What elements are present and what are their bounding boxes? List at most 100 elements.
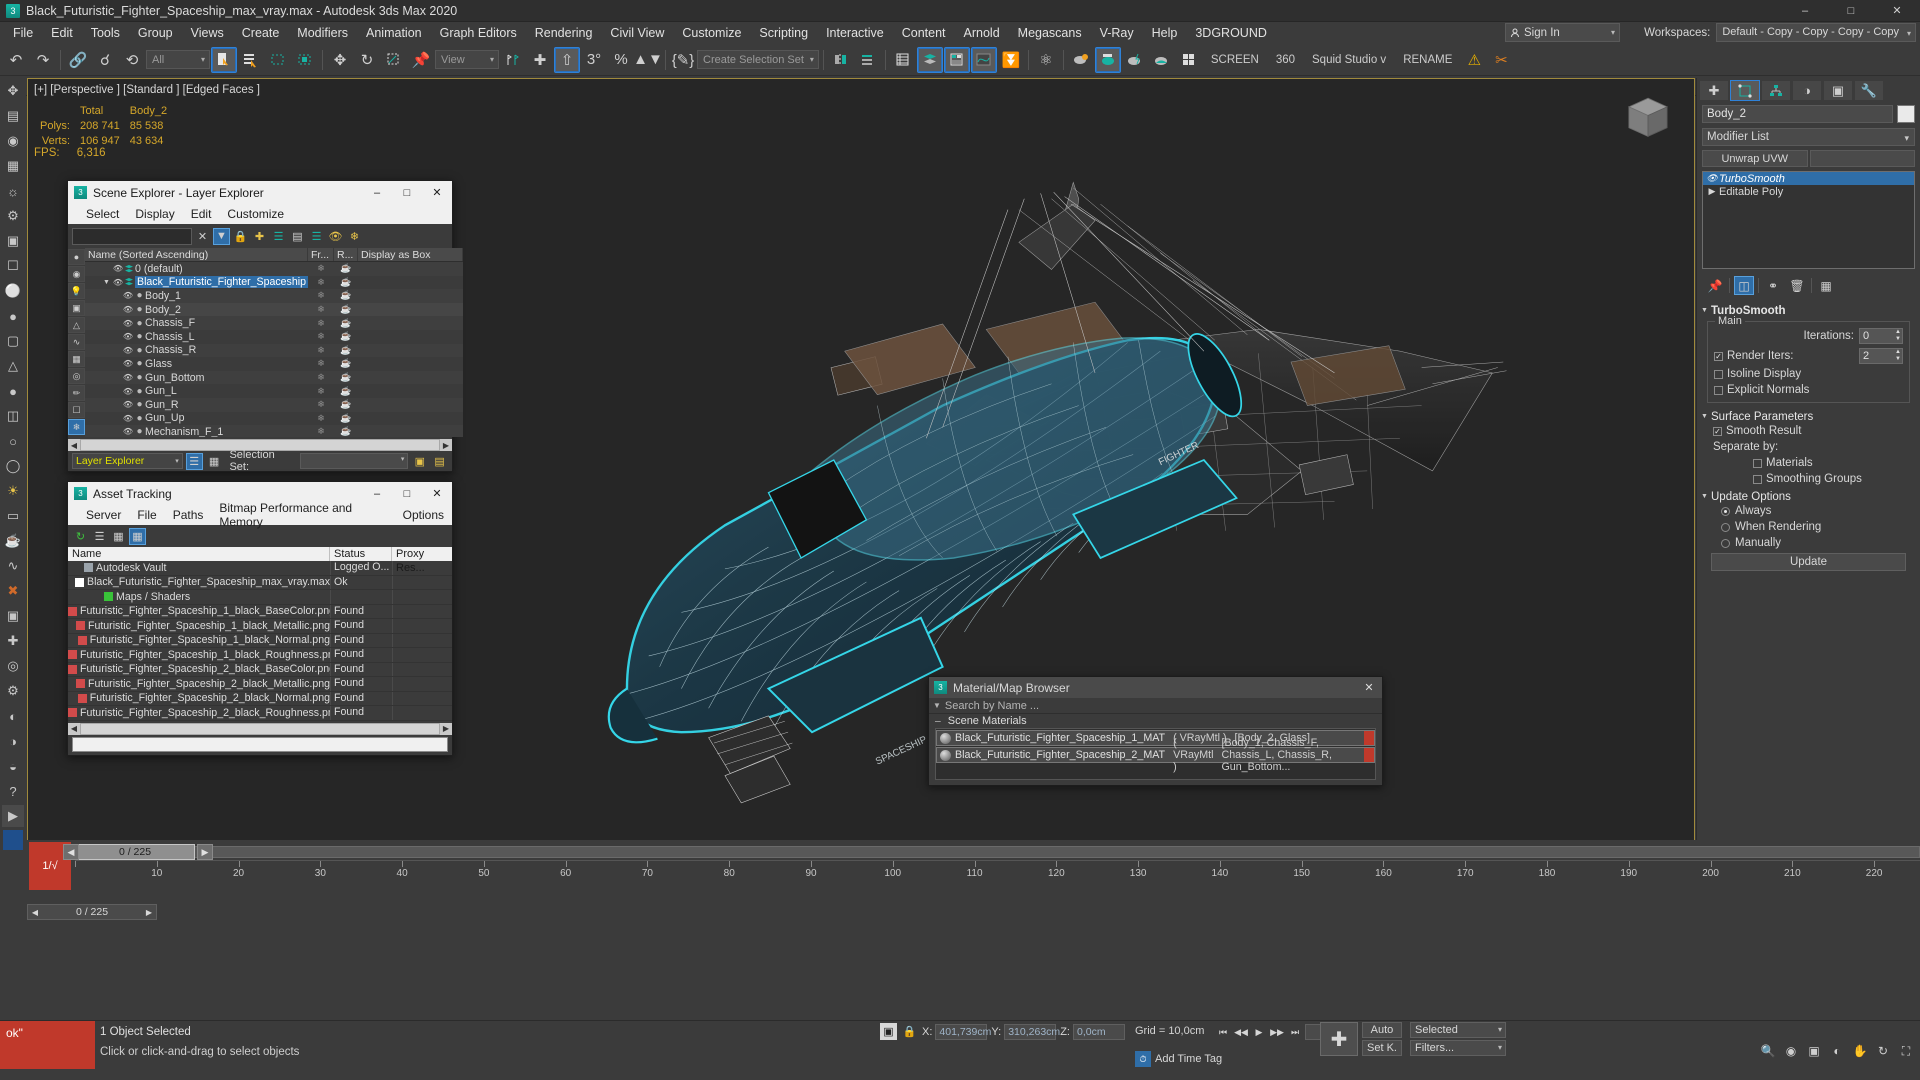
next-frame-icon[interactable]: ▶▶ bbox=[1269, 1024, 1285, 1040]
curve-editor-icon[interactable] bbox=[970, 46, 997, 73]
zoom-icon[interactable]: 🔍 bbox=[1758, 1041, 1778, 1061]
scene-explorer-row[interactable]: 👁 ● Chassis_L ❄ ☕ bbox=[85, 330, 463, 344]
freeze-toggle-icon[interactable]: ❄ bbox=[308, 304, 334, 315]
renderable-toggle-icon[interactable]: ☕ bbox=[334, 304, 358, 315]
freeze-toggle-icon[interactable]: ❄ bbox=[308, 318, 334, 329]
scene-explorer-row-name[interactable]: Chassis_R bbox=[145, 344, 308, 356]
snap-toggle-icon[interactable]: ⇧ bbox=[554, 46, 580, 73]
scene-explorer-row[interactable]: 👁 ● Body_2 ❄ ☕ bbox=[85, 302, 463, 317]
tab-hierarchy[interactable] bbox=[1761, 80, 1791, 101]
menu-item-file[interactable]: File bbox=[4, 24, 42, 42]
freeze-toggle-icon[interactable]: ❄ bbox=[308, 386, 334, 397]
axis-constraints-icon[interactable]: ✥ bbox=[2, 80, 24, 102]
scene-explorer-row[interactable]: 👁 ● Body_1 ❄ ☕ bbox=[85, 289, 463, 303]
snaps-icon[interactable]: ⚙ bbox=[2, 205, 24, 227]
workspace-select[interactable]: Default - Copy - Copy - Copy - Copy bbox=[1716, 23, 1916, 42]
add-layer-icon[interactable]: ✚ bbox=[251, 228, 268, 245]
y-coordinate-field[interactable]: 310,263cm bbox=[1004, 1023, 1060, 1040]
spline-icon[interactable]: ∿ bbox=[2, 555, 24, 577]
lock-selection-icon[interactable]: 🔒 bbox=[901, 1023, 918, 1040]
filter-cameras-icon[interactable]: ▣ bbox=[68, 300, 85, 316]
sign-in-button[interactable]: Sign In ▾ bbox=[1505, 23, 1620, 42]
scene-explorer-menu-edit[interactable]: Edit bbox=[183, 206, 220, 222]
asset-scroll-left-icon[interactable]: ◀ bbox=[68, 724, 80, 733]
asset-column-proxy[interactable]: Proxy Res... bbox=[392, 547, 452, 574]
visibility-toggle-icon[interactable]: 👁 bbox=[122, 427, 134, 436]
set-key-button[interactable]: ✚ bbox=[1320, 1022, 1358, 1056]
renderable-toggle-icon[interactable]: ☕ bbox=[334, 372, 358, 383]
freeze-toggle-icon[interactable]: ❄ bbox=[308, 413, 334, 424]
asset-tracking-row[interactable]: Futuristic_Fighter_Spaceship_2_black_Rou… bbox=[68, 706, 452, 721]
render-production-icon[interactable] bbox=[1176, 47, 1202, 73]
timeline-ruler[interactable]: 10 20 30 40 50 60 70 80 90 100 110 120 130 140 150 160 1… bbox=[75, 860, 1920, 884]
scene-explorer-row-name[interactable]: Body_1 bbox=[145, 290, 308, 302]
menu-item-edit[interactable]: Edit bbox=[42, 24, 82, 42]
mirror-icon[interactable] bbox=[828, 47, 854, 73]
renderable-toggle-icon[interactable]: ☕ bbox=[334, 386, 358, 397]
surface-parameters-label[interactable]: Surface Parameters bbox=[1701, 409, 1916, 425]
asset-tracking-menu-options[interactable]: Options bbox=[395, 507, 452, 523]
zoom-extents-icon[interactable]: ▣ bbox=[1804, 1041, 1824, 1061]
modifier-stack-entry[interactable]: ▶ Editable Poly bbox=[1703, 185, 1914, 198]
pan-view-icon[interactable]: ✋ bbox=[1850, 1041, 1870, 1061]
tab-modify[interactable] bbox=[1730, 80, 1760, 101]
update-button[interactable]: Update bbox=[1711, 553, 1906, 571]
previous-frame-icon[interactable]: ◀◀ bbox=[1233, 1024, 1249, 1040]
add-selection-to-layer-icon[interactable]: ☰ bbox=[270, 228, 287, 245]
asset-column-status[interactable]: Status bbox=[330, 547, 392, 561]
modifier-stack-list[interactable]: 👁 TurboSmooth ▶ Editable Poly bbox=[1702, 171, 1915, 269]
asset-tracking-close-button[interactable]: ✕ bbox=[422, 482, 452, 505]
schematic-view-icon[interactable]: ⏬ bbox=[998, 47, 1024, 73]
asset-tracking-row[interactable]: Futuristic_Fighter_Spaceship_1_black_Bas… bbox=[68, 604, 452, 619]
go-to-end-icon[interactable]: ⏭ bbox=[1287, 1024, 1303, 1040]
scene-explorer-minimize-button[interactable]: – bbox=[362, 181, 392, 204]
select-by-name-icon[interactable] bbox=[238, 47, 264, 73]
vray-proxy-icon[interactable]: ◑ bbox=[2, 730, 24, 752]
freeze-toggle-icon[interactable]: ❄ bbox=[308, 277, 334, 288]
color-swatch-icon[interactable] bbox=[3, 830, 23, 850]
create-selection-set-icon[interactable]: ▣ bbox=[411, 453, 428, 470]
menu-item-3dground[interactable]: 3DGROUND bbox=[1186, 24, 1276, 42]
asset-tracking-row[interactable]: Black_Futuristic_Fighter_Spaceship_max_v… bbox=[68, 575, 452, 590]
scene-explorer-title-bar[interactable]: 3 Scene Explorer - Layer Explorer – □ ✕ bbox=[68, 181, 452, 204]
scene-explorer-menu-customize[interactable]: Customize bbox=[219, 206, 292, 222]
renderable-toggle-icon[interactable]: ☕ bbox=[334, 331, 358, 342]
visibility-toggle-icon[interactable]: 👁 bbox=[122, 414, 134, 423]
material-browser-list[interactable]: Black_Futuristic_Fighter_Spaceship_1_MAT… bbox=[935, 728, 1376, 780]
selection-filter-select[interactable]: All bbox=[146, 50, 210, 69]
hide-unhide-icon[interactable]: 👁 bbox=[327, 228, 344, 245]
menu-item-scripting[interactable]: Scripting bbox=[750, 24, 817, 42]
menu-item-vray[interactable]: V-Ray bbox=[1091, 24, 1143, 42]
scene-explorer-menu-display[interactable]: Display bbox=[127, 206, 182, 222]
undo-icon[interactable]: ↶ bbox=[3, 47, 29, 73]
thumbnail-view-icon[interactable]: ▦ bbox=[110, 528, 127, 545]
cylinder-icon[interactable]: ◫ bbox=[2, 405, 24, 427]
select-and-rotate-icon[interactable]: ↻ bbox=[354, 47, 380, 73]
filter-frozen-icon[interactable]: ❄ bbox=[68, 419, 85, 435]
teapot-icon[interactable]: ☕ bbox=[2, 530, 24, 552]
filter-geometry-icon[interactable]: ● bbox=[68, 249, 85, 265]
iterations-spinner[interactable]: 0 ▲ ▼ bbox=[1859, 328, 1903, 344]
filter-helpers-icon[interactable]: △ bbox=[68, 317, 85, 333]
scene-explorer-row[interactable]: ▼ 👁 Black_Futuristic_Fighter_Spaceship ❄ ☕ bbox=[85, 276, 463, 290]
scene-explorer-row-name[interactable]: Glass bbox=[145, 358, 308, 370]
unlink-icon[interactable]: ☌ bbox=[92, 47, 118, 73]
frame-prev-icon[interactable]: ◀ bbox=[28, 908, 42, 917]
column-header-frozen[interactable]: Fr... bbox=[308, 248, 334, 261]
particle-view-icon[interactable]: ⚛ bbox=[1033, 47, 1059, 73]
menu-item-tools[interactable]: Tools bbox=[82, 24, 129, 42]
asset-column-name[interactable]: Name bbox=[68, 547, 330, 561]
list-view-icon[interactable]: ☰ bbox=[91, 528, 108, 545]
container-icon[interactable]: ☐ bbox=[2, 255, 24, 277]
select-and-place-icon[interactable]: 📌 bbox=[408, 47, 434, 73]
frame-counter-field[interactable]: ◀ 0 / 225 ▶ bbox=[27, 904, 157, 920]
scene-explorer-maximize-button[interactable]: □ bbox=[392, 181, 422, 204]
scene-explorer-row-name[interactable]: Gun_Up bbox=[145, 412, 308, 424]
visibility-toggle-icon[interactable]: 👁 bbox=[122, 332, 134, 341]
menu-item-arnold[interactable]: Arnold bbox=[955, 24, 1009, 42]
spinner-arrows-icon[interactable]: ▲ ▼ bbox=[1895, 349, 1901, 363]
column-header-name[interactable]: Name (Sorted Ascending) bbox=[85, 248, 308, 261]
orbit-icon[interactable]: ↻ bbox=[1873, 1041, 1893, 1061]
spinner-arrows-icon[interactable]: ▲ ▼ bbox=[1895, 329, 1901, 343]
asset-tracking-row[interactable]: Futuristic_Fighter_Spaceship_1_black_Nor… bbox=[68, 633, 452, 648]
